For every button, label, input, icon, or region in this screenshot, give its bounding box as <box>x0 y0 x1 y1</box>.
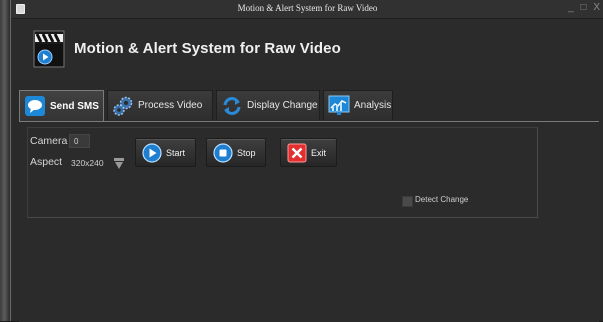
stop-label: Stop <box>237 147 256 158</box>
start-label: Start <box>166 147 186 158</box>
tab-label: Display Change <box>247 100 318 111</box>
detect-change-label: Detect Change <box>415 195 469 204</box>
play-icon <box>142 142 162 163</box>
window-title: Motion & Alert System for Raw Video <box>237 3 378 13</box>
refresh-arrows-icon <box>223 96 241 115</box>
detect-change-checkbox[interactable] <box>402 196 413 207</box>
exit-label: Exit <box>311 147 327 158</box>
tab-bar: Send SMS Process Video Display Change An… <box>19 90 599 121</box>
aspect-select[interactable]: 320x240 <box>69 156 109 170</box>
stop-button[interactable]: Stop <box>206 138 266 167</box>
aspect-label: Aspect <box>30 156 63 168</box>
tab-send-sms[interactable]: Send SMS <box>19 90 104 121</box>
clapperboard-play-icon <box>33 30 65 68</box>
start-button[interactable]: Start <box>135 138 196 167</box>
dropdown-arrow-icon[interactable] <box>114 158 124 170</box>
tab-process-video[interactable]: Process Video <box>107 90 213 120</box>
maximize-button[interactable]: □ <box>581 2 588 13</box>
title-bar: Motion & Alert System for Raw Video _ □ … <box>11 0 603 19</box>
desktop-edge <box>0 0 10 321</box>
tab-label: Send SMS <box>50 100 99 112</box>
window-controls: _ □ X <box>566 2 601 13</box>
exit-x-icon <box>287 143 307 162</box>
send-sms-panel: Camera 0 Aspect 320x240 Start Stop Exit … <box>19 121 599 322</box>
tab-label: Analysis <box>354 100 392 111</box>
chart-monitor-icon <box>328 95 350 115</box>
app-window: Motion & Alert System for Raw Video _ □ … <box>10 0 603 322</box>
sms-chat-icon <box>25 96 45 116</box>
controls-group: Camera 0 Aspect 320x240 Start Stop Exit … <box>27 127 538 218</box>
tab-analysis[interactable]: Analysis <box>323 90 393 120</box>
tab-display-change[interactable]: Display Change <box>216 90 320 120</box>
gears-icon <box>113 96 133 116</box>
app-title: Motion & Alert System for Raw Video <box>74 40 341 57</box>
app-header: Motion & Alert System for Raw Video <box>11 19 603 81</box>
stop-icon <box>213 142 233 163</box>
camera-label: Camera <box>30 135 68 147</box>
tab-label: Process Video <box>138 100 203 111</box>
exit-button[interactable]: Exit <box>280 138 337 167</box>
minimize-button[interactable]: _ <box>568 2 575 13</box>
camera-field[interactable]: 0 <box>69 134 90 148</box>
close-button[interactable]: X <box>593 2 601 13</box>
